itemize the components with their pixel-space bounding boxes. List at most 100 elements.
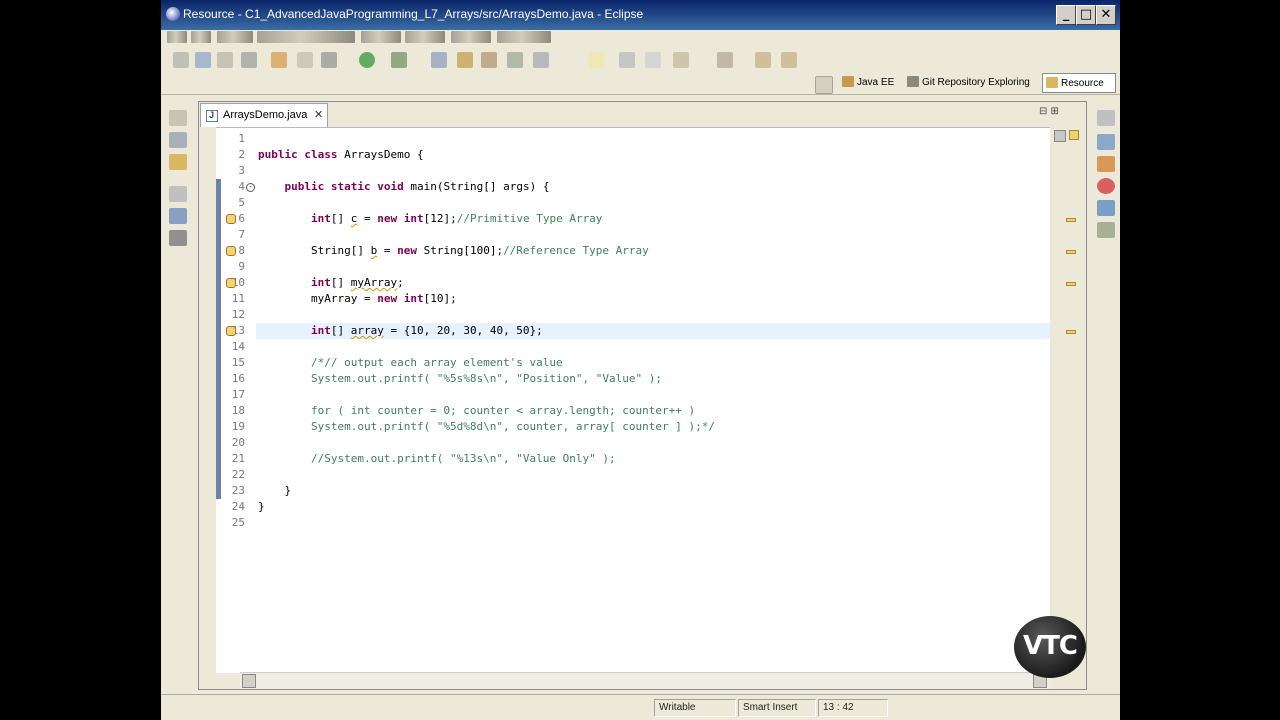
code-token: public [258,148,298,161]
code-line[interactable]: public class ArraysDemo { [258,147,424,163]
open-type-icon[interactable] [507,52,523,68]
toggle-mark-icon[interactable] [619,52,635,68]
close-button[interactable]: ✕ [1096,5,1116,25]
editor-tab-arraysdemo[interactable]: ArraysDemo.java ✕ [200,103,328,127]
warning-icon[interactable] [226,278,236,288]
server-icon[interactable] [271,52,287,68]
skip-icon[interactable] [321,52,337,68]
warning-icon[interactable] [226,246,236,256]
code-line[interactable]: } [258,499,265,515]
menu-run[interactable] [497,31,551,43]
run-icon[interactable] [359,52,375,68]
code-token: [] [330,324,351,337]
code-line[interactable]: System.out.printf( "%5s%8s\n", "Position… [258,371,662,387]
left-trim-bar [165,104,193,254]
line-number: 19 [231,420,245,433]
close-icon[interactable]: ✕ [314,108,323,121]
navigator-icon[interactable] [169,154,187,170]
print-icon[interactable] [241,52,257,68]
properties-icon[interactable] [1097,200,1115,216]
line-number: 24 [231,500,245,513]
change-marker [216,243,221,259]
fold-toggle-icon[interactable]: - [246,183,255,192]
code-line[interactable]: public static void main(String[] args) { [258,179,550,195]
code-line[interactable]: System.out.printf( "%5d%8d\n", counter, … [258,419,715,435]
code-text[interactable]: public class ArraysDemo { public static … [256,128,1050,673]
problems-icon[interactable] [1097,134,1115,150]
code-line[interactable]: } [258,483,291,499]
menu-refactor[interactable] [257,31,355,43]
warning-overview-marker[interactable] [1066,282,1076,286]
error-log-icon[interactable] [1097,178,1115,194]
warning-icon[interactable] [226,214,236,224]
code-token: myArray [350,276,398,289]
show-whitespace-icon[interactable] [645,52,661,68]
warning-overview-marker[interactable] [1066,218,1076,222]
scroll-left-icon[interactable] [242,674,256,688]
menu-source[interactable] [217,31,253,43]
editor-minmax-icon[interactable]: ⊟ ⊞ [1039,106,1059,117]
code-line[interactable]: /*// output each array element's value [258,355,563,371]
external-tools-icon[interactable] [391,52,407,68]
servers-icon[interactable] [1097,222,1115,238]
change-marker [216,339,221,355]
minimize-button[interactable]: _ [1056,5,1076,25]
code-line[interactable]: String[] b = new String[100];//Reference… [258,243,649,259]
warning-overview-marker[interactable] [1066,330,1076,334]
horizontal-scrollbar[interactable] [240,672,1051,689]
code-token: static [330,180,371,193]
search-icon[interactable] [533,52,549,68]
code-token: [] [330,276,351,289]
new-class-icon[interactable] [481,52,497,68]
console-icon[interactable] [1097,156,1115,172]
new-icon[interactable] [173,52,189,68]
line-number: 17 [231,388,245,401]
restore-icon[interactable] [169,186,187,202]
menu-project[interactable] [451,31,491,43]
perspective-java-ee[interactable]: Java EE [842,73,904,93]
perspective-resource[interactable]: Resource [1042,73,1116,93]
code-line[interactable]: int[] myArray; [258,275,404,291]
menu-edit[interactable] [191,31,211,43]
line-number: 11 [231,292,245,305]
overview-ruler [1050,127,1085,672]
outline-icon[interactable] [169,208,187,224]
perspective-git[interactable]: Git Repository Exploring [907,73,1039,93]
code-line[interactable]: myArray = new int[10]; [258,291,457,307]
open-perspective-icon[interactable] [815,76,833,94]
pen-icon[interactable] [589,52,605,68]
menu-file[interactable] [167,31,187,43]
code-token: System.out.printf( "%5s%8s\n", "Position… [258,372,662,385]
package-explorer-icon[interactable] [169,132,187,148]
debug-icon[interactable] [297,52,313,68]
annotation-icon[interactable] [673,52,689,68]
save-all-icon[interactable] [217,52,233,68]
warning-overview-marker[interactable] [1066,250,1076,254]
quick-diff-icon[interactable] [1054,130,1066,142]
maximize-button[interactable]: □ [1076,5,1096,25]
git-icon [907,76,919,87]
new-package-icon[interactable] [457,52,473,68]
code-line[interactable]: for ( int counter = 0; counter < array.l… [258,403,695,419]
warning-summary-icon[interactable] [1069,130,1079,140]
line-number: 18 [231,404,245,417]
pin-icon[interactable] [717,52,733,68]
restore-icon[interactable] [169,110,187,126]
code-editor[interactable]: 1 2 3 4-5 6 7 8 9 10 11 12 13 14 15 16 17 18 19 20 21 22 23 24… [216,127,1066,673]
code-line[interactable]: //System.out.printf( "%13s\n", "Value On… [258,451,616,467]
back-icon[interactable] [755,52,771,68]
change-marker [216,467,221,483]
code-token: for ( int counter = 0; counter < array.l… [258,404,696,417]
menu-navigate[interactable] [361,31,401,43]
restore-icon[interactable] [1097,110,1115,126]
forward-icon[interactable] [781,52,797,68]
code-line[interactable]: int[] c = new int[12];//Primitive Type A… [258,211,602,227]
task-list-icon[interactable] [169,230,187,246]
warning-icon[interactable] [226,326,236,336]
menu-search[interactable] [405,31,445,43]
save-icon[interactable] [195,52,211,68]
code-line[interactable]: int[] array = {10, 20, 30, 40, 50}; [258,323,543,339]
new-java-project-icon[interactable] [431,52,447,68]
